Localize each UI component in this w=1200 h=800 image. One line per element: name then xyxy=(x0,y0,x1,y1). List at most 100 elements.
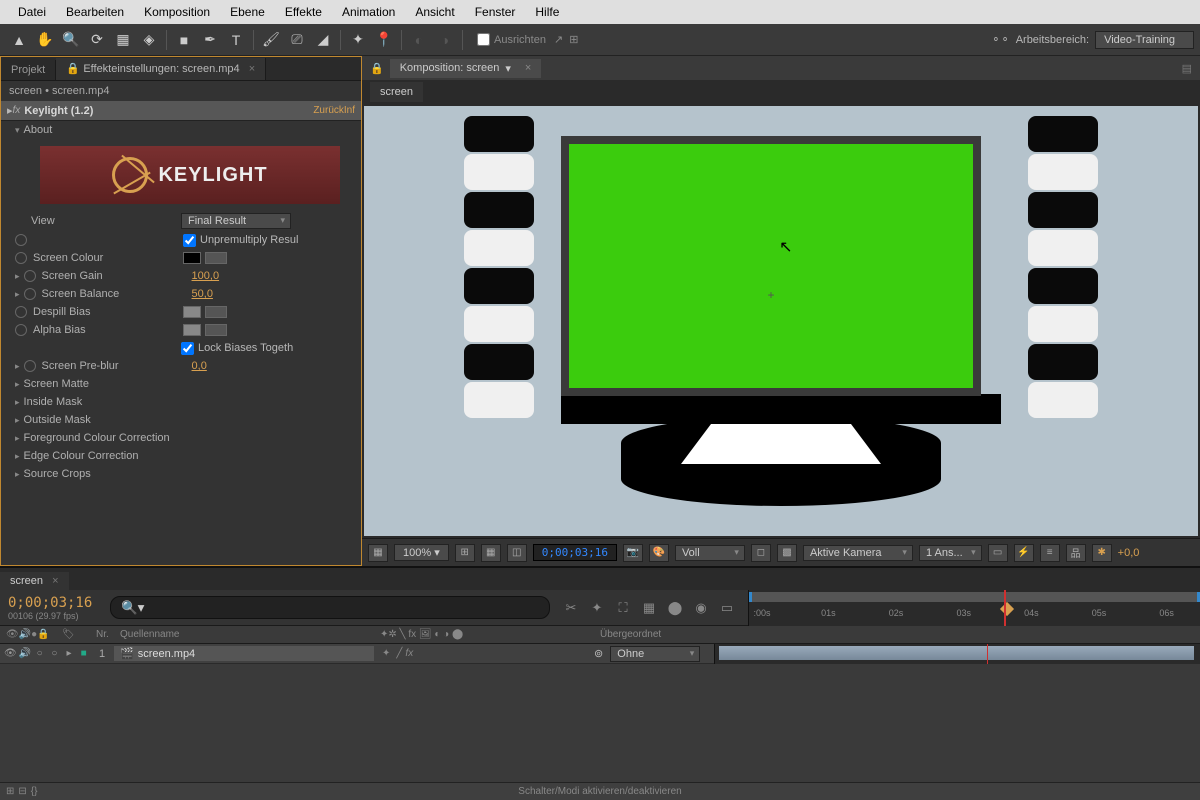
colour-swatch[interactable] xyxy=(183,324,201,336)
visibility-icon[interactable]: 👁 xyxy=(4,648,17,659)
resolution-dropdown[interactable]: Voll xyxy=(675,545,745,561)
brackets-icon[interactable]: {} xyxy=(31,786,38,797)
menu-file[interactable]: Datei xyxy=(8,1,56,23)
timeline-tab-screen[interactable]: screen × xyxy=(0,572,69,590)
effect-info-link[interactable]: Inf xyxy=(344,105,355,116)
tl-tool-4-icon[interactable]: ▦ xyxy=(640,599,658,617)
composition-viewport[interactable]: ↖ + xyxy=(364,106,1198,536)
menu-animation[interactable]: Animation xyxy=(332,1,405,23)
eraser-tool-icon[interactable]: ◢ xyxy=(312,29,334,51)
anchor-tool-icon[interactable]: ◈ xyxy=(138,29,160,51)
tab-project[interactable]: Projekt xyxy=(1,60,56,80)
toggle-switches-icon[interactable]: ⊞ xyxy=(6,786,14,797)
tl-tool-2-icon[interactable]: ✦ xyxy=(588,599,606,617)
close-tab-icon[interactable]: × xyxy=(52,575,58,587)
search-workspace-icon[interactable]: ⚬⚬ xyxy=(991,33,1009,46)
align-toggle[interactable]: Ausrichten ↗ ⊞ xyxy=(477,33,578,46)
magnification-icon[interactable]: ▦ xyxy=(368,544,388,562)
tl-tool-3-icon[interactable]: ⛶ xyxy=(614,599,632,617)
lock-biases-checkbox[interactable] xyxy=(181,342,194,355)
stopwatch-icon[interactable] xyxy=(24,360,36,372)
views-dropdown[interactable]: 1 Ans... xyxy=(919,545,982,561)
safe-zones-icon[interactable]: ⊞ xyxy=(455,544,475,562)
menu-window[interactable]: Fenster xyxy=(465,1,526,23)
stopwatch-icon[interactable] xyxy=(15,252,27,264)
prop-screen-matte[interactable]: Screen Matte xyxy=(1,375,361,393)
misc-tool-1-icon[interactable]: ◐ xyxy=(408,29,430,51)
menu-view[interactable]: Ansicht xyxy=(405,1,464,23)
layer-track[interactable] xyxy=(714,644,1200,664)
preblur-value[interactable]: 0,0 xyxy=(192,360,207,372)
grid-icon[interactable]: ▦ xyxy=(481,544,501,562)
dropdown-icon[interactable]: ▾ xyxy=(505,62,511,75)
prop-screen-gain[interactable]: Screen Gain 100,0 xyxy=(1,267,361,285)
transparency-grid-icon[interactable]: ▩ xyxy=(777,544,797,562)
view-dropdown[interactable]: Final Result xyxy=(181,213,291,229)
hand-tool-icon[interactable]: ✋ xyxy=(34,29,56,51)
zoom-dropdown[interactable]: 100% ▾ xyxy=(394,544,449,561)
rectangle-tool-icon[interactable]: ■ xyxy=(173,29,195,51)
tl-tool-5-icon[interactable]: ⬤ xyxy=(666,599,684,617)
screen-balance-value[interactable]: 50,0 xyxy=(192,288,213,300)
pen-tool-icon[interactable]: ✒ xyxy=(199,29,221,51)
stamp-tool-icon[interactable]: ⎚ xyxy=(286,29,308,51)
menu-effects[interactable]: Effekte xyxy=(275,1,332,23)
colour-swatch[interactable] xyxy=(183,252,201,264)
eyedropper-icon[interactable] xyxy=(205,252,227,264)
screen-gain-value[interactable]: 100,0 xyxy=(192,270,220,282)
timeline-timecode[interactable]: 0;00;03;16 00106 (29.97 fps) xyxy=(0,593,110,623)
composition-tab[interactable]: Komposition: screen ▾ × xyxy=(390,59,542,78)
timeline-search-input[interactable] xyxy=(110,596,550,619)
effect-reset-link[interactable]: Zurück xyxy=(313,105,344,116)
layer-name[interactable]: 🎬 screen.mp4 xyxy=(114,646,374,661)
rotate-tool-icon[interactable]: ⟳ xyxy=(86,29,108,51)
prop-screen-preblur[interactable]: Screen Pre-blur 0,0 xyxy=(1,357,361,375)
channel-icon[interactable]: 🎨 xyxy=(649,544,669,562)
audio-icon[interactable]: 🔊 xyxy=(19,648,32,659)
layer-row[interactable]: 👁 🔊 ○ ○ ▸ ■ 1 🎬 screen.mp4 ✦╱fx ⊚ Ohne xyxy=(0,644,1200,664)
parent-dropdown[interactable]: Ohne xyxy=(610,646,700,662)
playhead-diamond-icon[interactable] xyxy=(999,601,1013,615)
toggle-modes-icon[interactable]: ⊟ xyxy=(18,786,26,797)
lock-icon[interactable]: ○ xyxy=(48,648,61,659)
prop-outside-mask[interactable]: Outside Mask xyxy=(1,411,361,429)
layer-clip[interactable] xyxy=(719,646,1194,660)
prop-inside-mask[interactable]: Inside Mask xyxy=(1,393,361,411)
exposure-value[interactable]: +0,0 xyxy=(1118,547,1140,559)
camera-dropdown[interactable]: Aktive Kamera xyxy=(803,545,913,561)
pixel-aspect-icon[interactable]: ▭ xyxy=(988,544,1008,562)
tl-tool-1-icon[interactable]: ✂ xyxy=(562,599,580,617)
stopwatch-icon[interactable] xyxy=(15,306,27,318)
prop-edge-cc[interactable]: Edge Colour Correction xyxy=(1,447,361,465)
menu-edit[interactable]: Bearbeiten xyxy=(56,1,134,23)
timeline-icon[interactable]: ≡ xyxy=(1040,544,1060,562)
misc-tool-2-icon[interactable]: ◑ xyxy=(434,29,456,51)
stopwatch-icon[interactable] xyxy=(24,270,36,282)
close-tab-icon[interactable]: × xyxy=(525,62,531,74)
fast-preview-icon[interactable]: ⚡ xyxy=(1014,544,1034,562)
selection-tool-icon[interactable]: ▲ xyxy=(8,29,30,51)
stopwatch-icon[interactable] xyxy=(15,234,27,246)
timeline-ruler[interactable]: :00s 01s 02s 03s 04s 05s 06s xyxy=(748,590,1200,626)
prop-about[interactable]: About xyxy=(1,121,361,139)
roi-icon[interactable]: ◻ xyxy=(751,544,771,562)
menu-layer[interactable]: Ebene xyxy=(220,1,275,23)
prop-screen-balance[interactable]: Screen Balance 50,0 xyxy=(1,285,361,303)
colour-swatch[interactable] xyxy=(183,306,201,318)
timecode-display[interactable]: 0;00;03;16 xyxy=(533,544,617,561)
zoom-tool-icon[interactable]: 🔍 xyxy=(60,29,82,51)
close-tab-icon[interactable]: × xyxy=(249,63,255,75)
panel-lock-icon[interactable]: 🔒 xyxy=(370,62,384,75)
menu-composition[interactable]: Komposition xyxy=(134,1,220,23)
stopwatch-icon[interactable] xyxy=(24,288,36,300)
snapshot-icon[interactable]: 📷 xyxy=(623,544,643,562)
brush-tool-icon[interactable]: 🖌 xyxy=(260,29,282,51)
workspace-dropdown[interactable]: Video-Training xyxy=(1095,31,1194,49)
tab-effect-controls[interactable]: 🔒 Effekteinstellungen: screen.mp4 × xyxy=(56,58,266,80)
label-colour-icon[interactable]: ■ xyxy=(77,648,90,659)
pickwhip-icon[interactable]: ⊚ xyxy=(594,648,603,660)
playhead-line[interactable] xyxy=(1004,590,1006,626)
effect-header[interactable]: ▸ fx Keylight (1.2) Zurück Inf xyxy=(1,101,361,121)
prop-source-crops[interactable]: Source Crops xyxy=(1,465,361,483)
stopwatch-icon[interactable] xyxy=(15,324,27,336)
